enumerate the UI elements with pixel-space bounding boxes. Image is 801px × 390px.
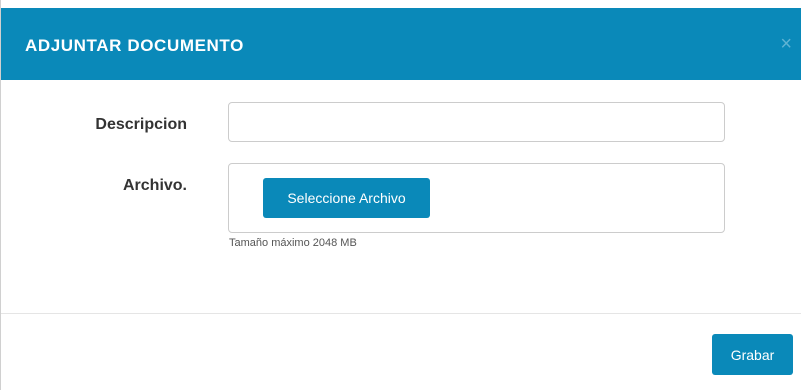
description-label: Descripcion <box>95 116 187 133</box>
file-label: Archivo. <box>122 177 187 194</box>
modal-header: ADJUNTAR DOCUMENTO × <box>1 8 801 80</box>
attach-document-modal: ADJUNTAR DOCUMENTO × Descripcion Archivo… <box>0 0 801 390</box>
save-button[interactable]: Grabar <box>712 334 793 375</box>
modal-title: ADJUNTAR DOCUMENTO <box>25 36 244 55</box>
file-upload-box: Seleccione Archivo <box>228 163 725 233</box>
footer-divider <box>1 313 801 314</box>
description-input[interactable] <box>228 102 725 142</box>
select-file-button[interactable]: Seleccione Archivo <box>263 178 430 218</box>
max-size-hint: Tamaño máximo 2048 MB <box>229 237 357 249</box>
close-icon[interactable]: × <box>780 34 792 54</box>
